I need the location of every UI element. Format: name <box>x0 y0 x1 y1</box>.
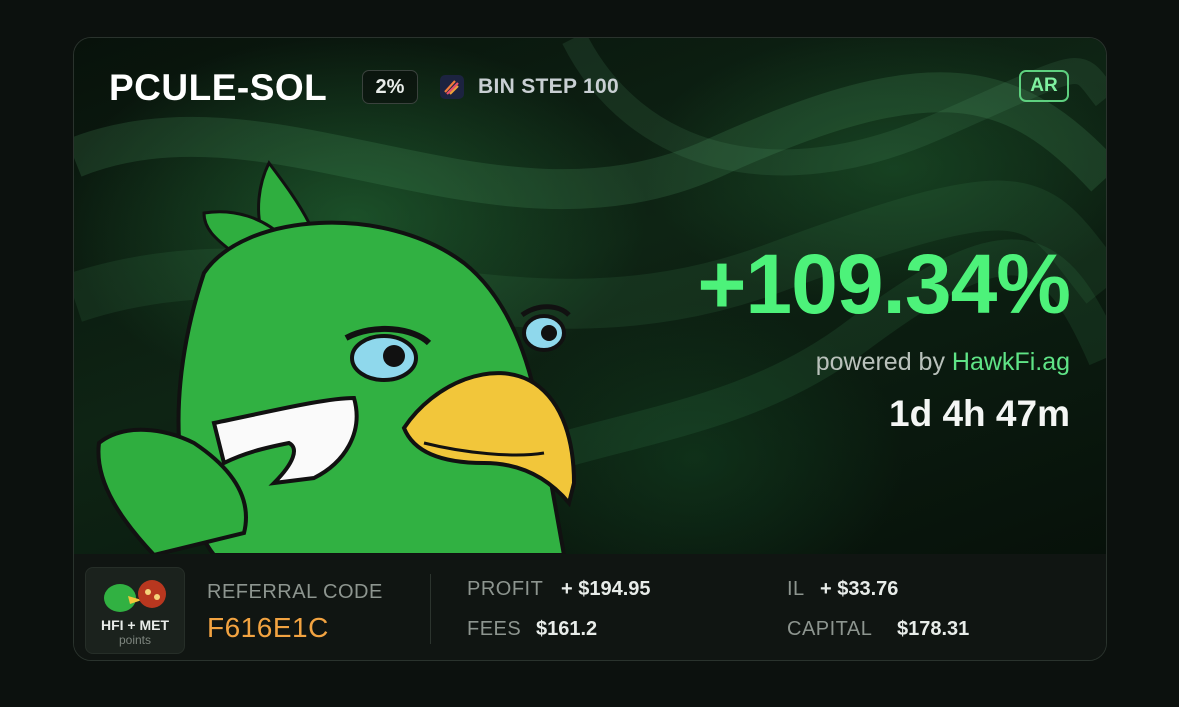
points-mascot-icon <box>104 580 166 612</box>
green-bird-mascot <box>96 160 577 555</box>
referral-label: REFERRAL CODE <box>207 581 383 603</box>
footer-divider <box>430 574 431 644</box>
position-duration: 1d 4h 47m <box>889 393 1070 434</box>
hawkfi-brand-link[interactable]: HawkFi.ag <box>952 348 1070 376</box>
ar-badge: AR <box>1019 70 1069 102</box>
capital-label: CAPITAL <box>787 618 873 640</box>
fees-label: FEES <box>467 618 522 640</box>
pnl-percentage: +109.34% <box>697 237 1071 331</box>
referral-code[interactable]: F616E1C <box>207 612 329 644</box>
capital-value: $178.31 <box>897 618 970 640</box>
footer-panel: HFI + MET points REFERRAL CODE F616E1C P… <box>74 554 1106 660</box>
pnl-card: PCULE-SOL 2% BIN STEP 100 AR +109.34% po… <box>73 37 1107 661</box>
powered-by-prefix: powered by <box>815 348 945 376</box>
powered-by-text: powered by HawkFi.ag <box>816 348 1070 377</box>
fees-value: $161.2 <box>536 618 598 640</box>
il-label: IL <box>787 578 805 600</box>
points-subtitle: points <box>118 633 152 647</box>
profit-value: + $194.95 <box>561 578 651 600</box>
bin-step-label: BIN STEP 100 <box>478 75 619 98</box>
il-value: + $33.76 <box>820 578 899 600</box>
meteora-logo-icon <box>440 75 464 99</box>
points-title: HFI + MET <box>100 617 170 633</box>
points-badge: HFI + MET points <box>85 567 185 654</box>
hero-panel: PCULE-SOL 2% BIN STEP 100 AR +109.34% po… <box>74 38 1106 555</box>
fee-badge: 2% <box>362 70 418 104</box>
profit-label: PROFIT <box>467 578 544 600</box>
pair-title: PCULE-SOL <box>109 67 328 108</box>
